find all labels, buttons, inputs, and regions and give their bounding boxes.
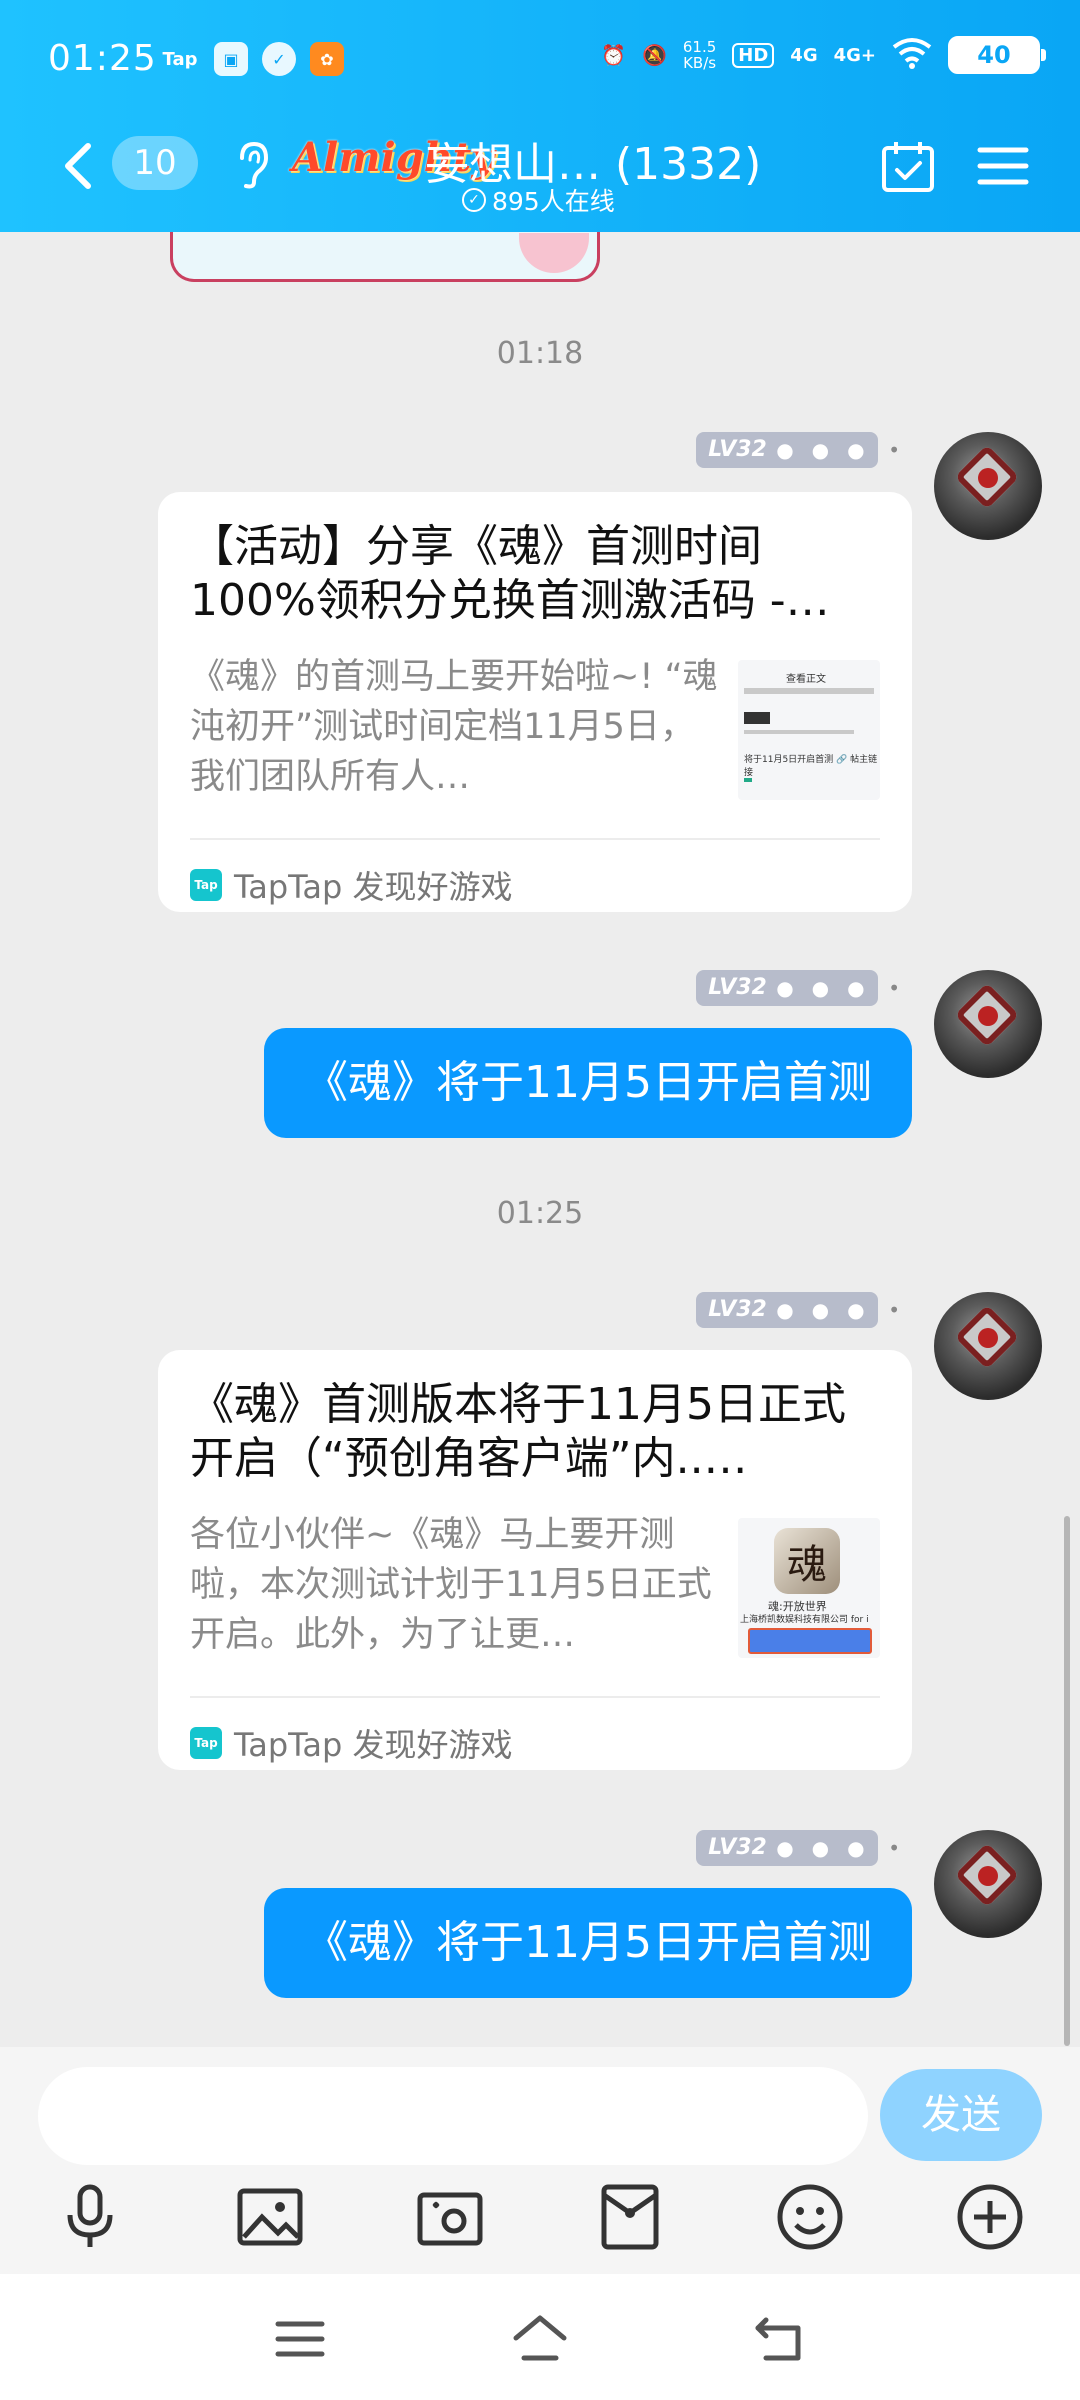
signal-4g-icon: 4G [790, 44, 818, 66]
menu-icon[interactable] [976, 142, 1030, 190]
unread-count-badge[interactable]: 10 [112, 136, 198, 190]
shared-article-card[interactable]: 《魂》首测版本将于11月5日正式开启（“预创角客户端”内..… 各位小伙伴~《魂… [158, 1350, 912, 1770]
alarm-icon: ⏰ [601, 43, 626, 67]
sender-meta: LV32 ●●● • [696, 1830, 900, 1866]
composer-toolbar [0, 2181, 1080, 2261]
home-icon[interactable] [512, 2314, 568, 2364]
card-description: 各位小伙伴~《魂》马上要开测啦，本次测试计划于11月5日正式开启。此外，为了让更… [190, 1515, 712, 1655]
message-timestamp: 01:18 [496, 336, 584, 371]
hd-icon: HD [732, 42, 775, 68]
message-timestamp: 01:25 [496, 1196, 584, 1231]
sender-meta: LV32 ●●● • [696, 432, 900, 468]
shared-article-card[interactable]: 【活动】分享《魂》首测时间100%领积分兑换首测激活码 -… 《魂》的首测马上要… [158, 492, 912, 912]
app-notification-icon: ✿ [310, 42, 344, 76]
status-bar: 01:25 Tap ▣ ✓ ✿ ⏰ 🔕 61.5 KB/s HD 4G 4G+ … [0, 0, 1080, 120]
card-title: 【活动】分享《魂》首测时间100%领积分兑换首测激活码 -… [190, 521, 830, 626]
mute-icon: 🔕 [641, 43, 667, 67]
card-source: Tap TapTap 发现好游戏 [190, 1720, 513, 1766]
sender-meta: LV32 ●●● • [696, 1292, 900, 1328]
net-speed: 61.5 KB/s [682, 38, 717, 72]
nav-bar: 10 Almighty 妄想山… (1332) ✓ 895人在线 [0, 120, 1080, 232]
plus-icon[interactable] [954, 2181, 1026, 2253]
sender-meta: LV32 ●●● • [696, 970, 900, 1006]
check-notification-icon: ✓ [262, 42, 296, 76]
level-badge: LV32 ●●● [696, 432, 879, 468]
calendar-check-icon[interactable] [880, 138, 936, 194]
taptap-logo-icon: Tap [190, 1727, 222, 1759]
card-title: 《魂》首测版本将于11月5日正式开启（“预创角客户端”内..… [190, 1379, 846, 1484]
ear-icon[interactable] [232, 140, 272, 190]
online-check-icon: ✓ [462, 188, 486, 212]
taptap-logo-icon: Tap [190, 869, 222, 901]
online-status: ✓ 895人在线 [462, 182, 615, 218]
back-icon[interactable] [752, 2314, 808, 2364]
level-badge: LV32 ●●● [696, 1830, 879, 1866]
taptap-notification-icon: Tap [162, 48, 198, 70]
chat-header: 01:25 Tap ▣ ✓ ✿ ⏰ 🔕 61.5 KB/s HD 4G 4G+ … [0, 0, 1080, 232]
text-message-bubble[interactable]: 《魂》将于11月5日开启首测 [264, 1888, 912, 1998]
battery-icon: 40 [948, 36, 1046, 74]
avatar[interactable] [934, 432, 1042, 540]
avatar[interactable] [934, 970, 1042, 1078]
card-description: 《魂》的首测马上要开始啦~! “魂沌初开”测试时间定档11月5日，我们团队所有人… [190, 657, 718, 797]
chat-scrollbar[interactable] [1064, 1516, 1070, 2046]
level-badge: LV32 ●●● [696, 970, 879, 1006]
card-thumbnail: 查看正文 将于11月5日开启首测 🔗 帖主链接 [738, 660, 880, 800]
thumbnail-button [748, 1628, 872, 1654]
signal-4g-plus-icon: 4G+ [833, 44, 876, 66]
emoji-icon[interactable] [774, 2181, 846, 2253]
previous-sticker-message[interactable] [170, 232, 600, 282]
text-message-bubble[interactable]: 《魂》将于11月5日开启首测 [264, 1028, 912, 1138]
status-time: 01:25 [48, 38, 157, 79]
image-icon[interactable] [234, 2181, 306, 2253]
red-packet-icon[interactable] [594, 2181, 666, 2253]
card-thumbnail: 魂 魂:开放世界 上海桥凯数娱科技有限公司 for i [738, 1518, 880, 1658]
avatar[interactable] [934, 1830, 1042, 1938]
camera-icon[interactable] [414, 2181, 486, 2253]
microphone-icon[interactable] [54, 2181, 126, 2253]
divider [190, 838, 880, 840]
calendar-notification-icon: ▣ [214, 42, 248, 76]
avatar[interactable] [934, 1292, 1042, 1400]
level-badge: LV32 ●●● [696, 1292, 879, 1328]
game-app-icon: 魂 [774, 1528, 840, 1594]
system-status-icons: ⏰ 🔕 61.5 KB/s HD 4G 4G+ 40 [601, 36, 1046, 74]
system-navigation-bar [0, 2274, 1080, 2400]
notification-icons: Tap ▣ ✓ ✿ [160, 42, 344, 76]
message-input[interactable] [38, 2067, 868, 2165]
chat-message-list[interactable]: 01:18 LV32 ●●● • 【活动】分享《魂》首测时间100%领积分兑换首测… [0, 232, 1080, 2047]
chevron-left-icon[interactable] [58, 142, 98, 190]
message-composer: 发送 [0, 2047, 1080, 2274]
card-source: Tap TapTap 发现好游戏 [190, 862, 513, 908]
send-button[interactable]: 发送 [880, 2069, 1042, 2161]
sticker-image [519, 233, 589, 273]
wifi-icon [892, 37, 932, 74]
divider [190, 1696, 880, 1698]
recent-apps-icon[interactable] [272, 2314, 328, 2364]
